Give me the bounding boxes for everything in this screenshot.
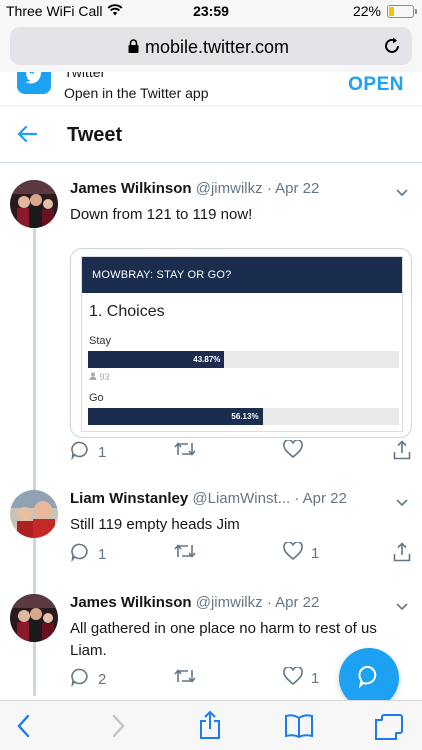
poll-question: 1. Choices	[89, 303, 165, 320]
reload-icon[interactable]	[382, 36, 402, 61]
reply-button[interactable]: 2	[70, 667, 106, 691]
retweet-icon	[174, 542, 196, 564]
like-button[interactable]	[283, 439, 311, 462]
tweet-actions: 1	[70, 439, 416, 464]
tweet-text: Still 119 empty heads Jim	[70, 516, 240, 533]
tweet-header: James Wilkinson @jimwilkz · Apr 22	[70, 180, 319, 197]
back-arrow-icon[interactable]	[16, 123, 38, 150]
poll-bar-go: 56.13%	[88, 408, 263, 425]
share-icon[interactable]	[198, 710, 222, 745]
poll-bar-track: 43.87%	[88, 351, 399, 368]
browser-chrome: mobile.twitter.com	[0, 22, 422, 72]
reply-icon	[70, 440, 90, 464]
battery-icon	[387, 4, 417, 18]
reply-button[interactable]: 1	[70, 542, 106, 566]
open-app-button[interactable]: OPEN	[348, 74, 404, 96]
poll-card[interactable]: MOWBRAY: STAY OR GO? 1. Choices Stay 43.…	[70, 248, 412, 438]
heart-icon	[283, 541, 303, 564]
author-name[interactable]: Liam Winstanley	[70, 490, 188, 507]
like-button[interactable]: 1	[283, 541, 320, 564]
retweet-button[interactable]	[174, 440, 204, 462]
chat-bubble-icon	[357, 664, 381, 693]
poll-votes: 93	[82, 372, 402, 388]
like-count: 1	[311, 669, 320, 687]
banner-app-name: Twitter	[64, 72, 106, 80]
poll-option-label: Go	[89, 392, 104, 404]
avatar[interactable]	[10, 594, 58, 642]
tweet-header: Liam Winstanley @LiamWinst... · Apr 22	[70, 490, 347, 507]
like-button[interactable]: 1	[283, 666, 320, 689]
like-count: 1	[311, 544, 320, 562]
reply-button[interactable]: 1	[70, 440, 106, 464]
avatar[interactable]	[10, 180, 58, 228]
share-button[interactable]	[393, 542, 411, 566]
battery-percent: 22%	[352, 3, 381, 19]
chevron-down-icon[interactable]	[396, 184, 408, 202]
back-icon[interactable]	[14, 713, 34, 744]
retweet-icon	[174, 440, 196, 462]
separator: ·	[266, 594, 272, 611]
heart-icon	[283, 439, 303, 462]
heart-icon	[283, 666, 303, 689]
tweet-1[interactable]: James Wilkinson @jimwilkz · Apr 22 Down …	[0, 180, 422, 480]
tweet-date[interactable]: Apr 22	[275, 594, 319, 611]
banner-subtitle: Open in the Twitter app	[64, 85, 209, 101]
share-icon	[393, 440, 411, 464]
reply-count: 2	[98, 670, 107, 688]
status-bar: Three WiFi Call 23:59 22%	[0, 0, 422, 22]
retweet-button[interactable]	[174, 667, 204, 689]
chevron-down-icon[interactable]	[396, 598, 408, 616]
share-button[interactable]	[393, 440, 411, 464]
browser-toolbar	[0, 700, 422, 750]
battery-level	[389, 6, 395, 16]
reply-icon	[70, 542, 90, 566]
poll-bar-track: 56.13%	[88, 408, 399, 425]
retweet-button[interactable]	[174, 542, 204, 564]
page-header: Tweet	[0, 107, 422, 163]
tabs-icon[interactable]	[374, 713, 404, 746]
url-text: mobile.twitter.com	[144, 37, 290, 57]
share-icon	[393, 542, 411, 566]
tweet-actions: 1 1	[70, 541, 416, 566]
forward-icon[interactable]	[108, 713, 128, 744]
author-name[interactable]: James Wilkinson	[70, 180, 192, 197]
twitter-logo-icon	[17, 72, 51, 94]
poll-vote-count: 93	[99, 372, 110, 382]
address-bar[interactable]: mobile.twitter.com	[10, 27, 412, 65]
compose-message-button[interactable]	[339, 648, 399, 708]
author-name[interactable]: James Wilkinson	[70, 594, 192, 611]
reply-count: 1	[98, 545, 107, 563]
avatar[interactable]	[10, 490, 58, 538]
author-handle: @jimwilkz	[195, 594, 263, 611]
bookmarks-icon[interactable]	[284, 713, 314, 744]
tweet-date[interactable]: Apr 22	[275, 180, 319, 197]
retweet-icon	[174, 667, 196, 689]
separator: ·	[294, 490, 300, 507]
tweet-text: Down from 121 to 119 now!	[70, 206, 253, 223]
battery-info: 22%	[352, 3, 417, 19]
reply-icon	[70, 667, 90, 691]
app-banner[interactable]: Twitter Open in the Twitter app OPEN	[0, 72, 422, 106]
author-handle: @LiamWinst...	[192, 490, 291, 507]
reply-count: 1	[98, 443, 107, 461]
poll-bar-stay: 43.87%	[88, 351, 225, 368]
tweet-date[interactable]: Apr 22	[303, 490, 347, 507]
tweet-header: James Wilkinson @jimwilkz · Apr 22	[70, 594, 319, 611]
separator: ·	[266, 180, 272, 197]
poll-option-label: Stay	[89, 335, 112, 347]
poll-header: MOWBRAY: STAY OR GO?	[82, 257, 402, 293]
poll-image: MOWBRAY: STAY OR GO? 1. Choices Stay 43.…	[81, 256, 403, 432]
tweet-2[interactable]: Liam Winstanley @LiamWinst... · Apr 22 S…	[0, 490, 422, 570]
user-icon	[89, 372, 100, 382]
page-title: Tweet	[67, 124, 123, 146]
chevron-down-icon[interactable]	[396, 494, 408, 512]
author-handle: @jimwilkz	[195, 180, 263, 197]
